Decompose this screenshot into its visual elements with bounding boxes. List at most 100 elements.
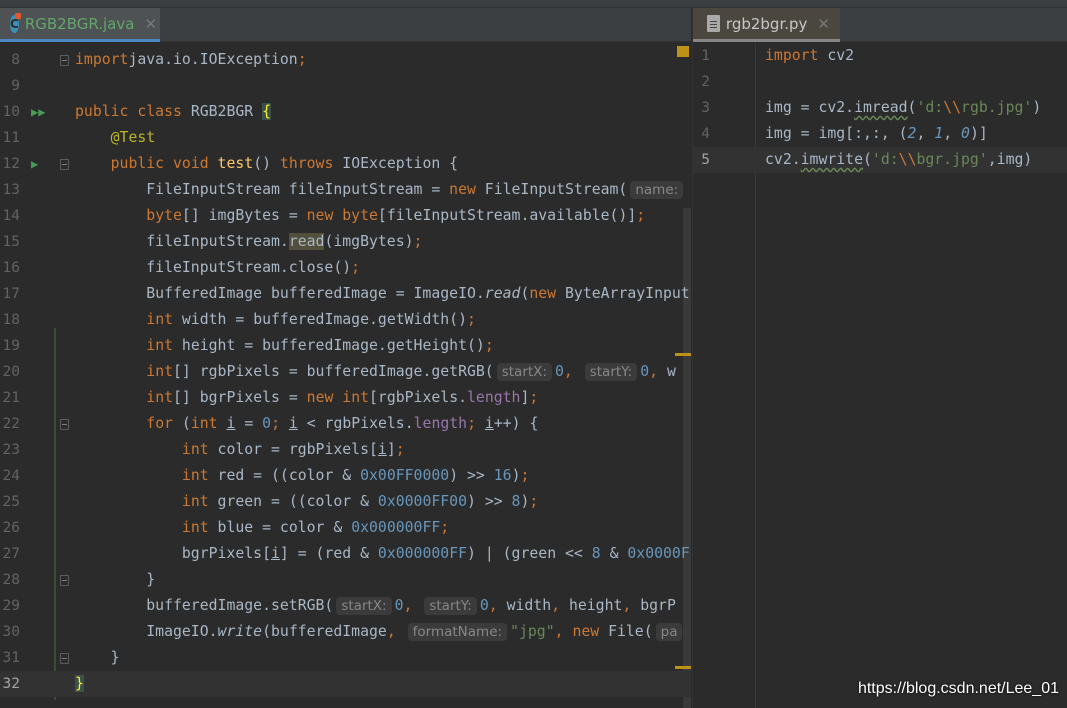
code-line[interactable]: 9: [0, 73, 691, 99]
code-line[interactable]: 24 int red = ((color & 0x00FF0000) >> 16…: [0, 463, 691, 489]
code-text: int[] bgrPixels = new int[rgbPixels.leng…: [75, 385, 538, 411]
code-token: fileInputStream.: [75, 233, 289, 250]
code-text: import cv2: [765, 43, 854, 69]
code-line[interactable]: 22 for (int i = 0; i < rgbPixels.length;…: [0, 411, 691, 437]
line-number: 27: [2, 546, 20, 562]
code-token: ;: [297, 51, 307, 68]
code-token: \\: [898, 151, 917, 168]
code-line[interactable]: 20 int[] rgbPixels = bufferedImage.getRG…: [0, 359, 691, 385]
code-line[interactable]: 19 int height = bufferedImage.getHeight(…: [0, 333, 691, 359]
code-token: ;: [529, 493, 539, 510]
code-token: }: [75, 649, 120, 666]
code-line[interactable]: 23 int color = rgbPixels[i];: [0, 437, 691, 463]
python-editor-pane: rgb2bgr.py ✕ 1 import cv2 2 3 img = cv2.imre…: [692, 8, 1067, 708]
code-token: [] rgbPixels = bufferedImage.getRGB(: [173, 363, 494, 380]
code-token: "jpg": [510, 623, 555, 640]
java-class-icon: C: [10, 12, 21, 33]
code-line[interactable]: 2: [693, 69, 1067, 95]
fold-icon[interactable]: [60, 55, 69, 66]
fold-icon[interactable]: [60, 653, 69, 664]
line-number: 29: [2, 598, 20, 614]
code-token: [rgbPixels.: [369, 389, 468, 406]
run-all-tests-icon[interactable]: ▶▶: [31, 99, 45, 125]
code-line[interactable]: 3 img = cv2.imread('d:\\rgb.jpg'): [693, 95, 1067, 121]
line-number: 31: [2, 650, 20, 666]
code-text: img = img[:,:, (2, 1, 0)]: [765, 121, 988, 147]
code-line[interactable]: 16 fileInputStream.close();: [0, 255, 691, 281]
code-line[interactable]: 8 importjava.io.IOException;: [0, 47, 691, 73]
code-token: }: [75, 675, 84, 692]
code-token: ,: [649, 363, 667, 380]
code-token: read: [484, 285, 521, 302]
code-line[interactable]: 13 FileInputStream fileInputStream = new…: [0, 177, 691, 203]
code-token: i: [288, 415, 298, 432]
code-line[interactable]: 31 }: [0, 645, 691, 671]
code-text: }: [75, 567, 155, 593]
tab-rgb2bgr-py[interactable]: rgb2bgr.py ✕: [693, 8, 840, 42]
run-test-icon[interactable]: ▶: [31, 151, 38, 177]
code-line[interactable]: 30 ImageIO.write(bufferedImage, formatNa…: [0, 619, 691, 645]
line-number: 22: [2, 416, 20, 432]
code-token: new: [529, 285, 565, 302]
line-number: 26: [2, 520, 20, 536]
code-line[interactable]: 18 int width = bufferedImage.getWidth();: [0, 307, 691, 333]
close-icon[interactable]: ✕: [144, 15, 157, 33]
fold-icon[interactable]: [60, 419, 69, 430]
code-line[interactable]: 14 byte[] imgBytes = new byte[fileInputS…: [0, 203, 691, 229]
code-token: i: [484, 415, 494, 432]
code-line[interactable]: 10 ▶▶ public class RGB2BGR {: [0, 99, 691, 125]
code-token: width: [506, 597, 552, 614]
parameter-hint: startY:: [584, 363, 638, 381]
code-token: ,: [488, 597, 507, 614]
code-token: height = bufferedImage.getHeight(): [181, 337, 485, 354]
code-text: BufferedImage bufferedImage = ImageIO.re…: [75, 281, 689, 307]
code-token: {: [262, 103, 272, 120]
code-text: FileInputStream fileInputStream = new Fi…: [75, 177, 686, 203]
code-line[interactable]: 27 bgrPixels[i] = (red & 0x000000FF) | (…: [0, 541, 691, 567]
code-token: img = img[:,:, (: [765, 125, 908, 142]
code-line[interactable]: 1 import cv2: [693, 43, 1067, 69]
code-token: 16: [493, 467, 512, 484]
code-text: importjava.io.IOException;: [75, 47, 307, 73]
code-text: int red = ((color & 0x00FF0000) >> 16);: [75, 463, 530, 489]
code-token: ]: [386, 441, 396, 458]
code-token: rgb.jpg': [961, 99, 1033, 116]
java-code-area[interactable]: 8 importjava.io.IOException; 9 10 ▶▶ public c…: [0, 43, 691, 708]
close-icon[interactable]: ✕: [817, 15, 830, 33]
code-token: int: [181, 519, 218, 536]
tab-rgb2bgr-java[interactable]: C RGB2BGR.java ✕: [0, 8, 160, 42]
code-line[interactable]: 11 @Test: [0, 125, 691, 151]
code-line[interactable]: 26 int blue = color & 0x000000FF;: [0, 515, 691, 541]
code-text: public class RGB2BGR {: [75, 99, 272, 125]
code-text: int width = bufferedImage.getWidth();: [75, 307, 476, 333]
code-line[interactable]: 32}: [0, 671, 691, 697]
code-line[interactable]: 17 BufferedImage bufferedImage = ImageIO…: [0, 281, 691, 307]
code-token: int: [181, 441, 218, 458]
code-line[interactable]: 5 cv2.imwrite('d:\\bgr.jpg',img): [693, 147, 1067, 173]
fold-icon[interactable]: [60, 159, 69, 170]
code-line[interactable]: 15 fileInputStream.read(imgBytes);: [0, 229, 691, 255]
code-line[interactable]: 12 ▶ public void test() throws IOExceptio…: [0, 151, 691, 177]
code-line[interactable]: 29 bufferedImage.setRGB(startX: 0, startY…: [0, 593, 691, 619]
code-line[interactable]: 28 }: [0, 567, 691, 593]
line-number: 1: [701, 48, 710, 64]
code-token: read: [288, 233, 325, 250]
line-number: 28: [2, 572, 20, 588]
fold-icon[interactable]: [60, 575, 69, 586]
code-text: @Test: [75, 125, 156, 151]
code-line[interactable]: 4 img = img[:,:, (2, 1, 0)]: [693, 121, 1067, 147]
code-token: [fileInputStream.available()]: [377, 207, 637, 224]
code-line[interactable]: 25 int green = ((color & 0x0000FF00) >> …: [0, 489, 691, 515]
code-token: ) >>: [467, 493, 512, 510]
code-token: cv2.: [765, 151, 801, 168]
code-line[interactable]: 21 int[] bgrPixels = new int[rgbPixels.l…: [0, 385, 691, 411]
python-code-area[interactable]: 1 import cv2 2 3 img = cv2.imread('d:\\rgb.j…: [693, 43, 1067, 708]
line-number: 11: [2, 130, 20, 146]
line-number: 4: [701, 126, 710, 142]
